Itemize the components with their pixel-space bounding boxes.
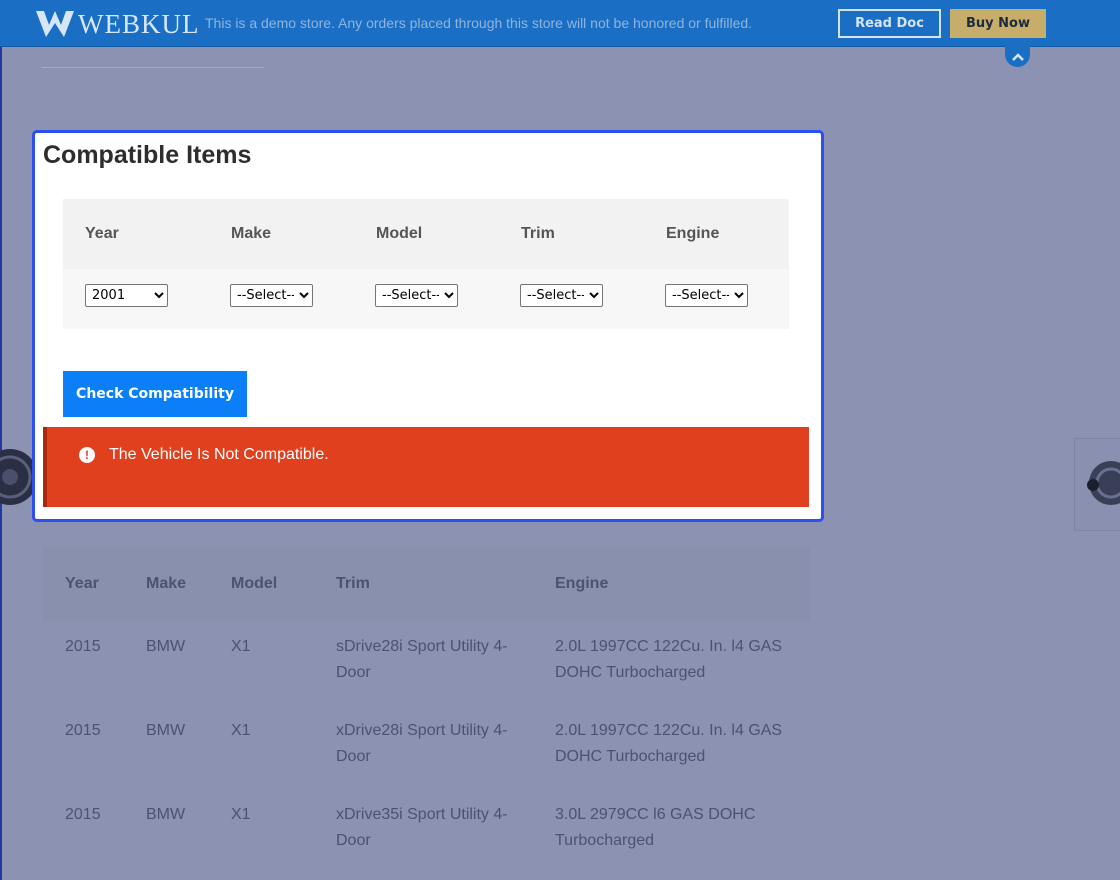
webkul-logo-icon [36,11,74,37]
chevron-up-icon [1011,52,1024,61]
cell-model: X1 [231,806,251,823]
model-label: Model [376,225,423,242]
check-compatibility-button[interactable]: Check Compatibility [63,371,247,417]
cell-engine: 2.0L 1997CC 122Cu. In. l4 GAS DOHC Turbo… [555,638,783,681]
header-model: Model [231,575,278,592]
exclamation-circle-icon: ! [79,447,95,463]
table-row: 2015 BMW X1 sDrive28i Sport Utility 4-Do… [42,634,810,694]
modal-title: Compatible Items [43,141,252,169]
trim-select[interactable]: --Select-- [520,284,603,307]
cell-trim: xDrive35i Sport Utility 4-Door [336,806,508,849]
table-row: 2015 BMW X1 xDrive28i Sport Utility 4-Do… [42,718,810,778]
divider [42,67,264,68]
alert-message: The Vehicle Is Not Compatible. [109,446,329,463]
header-engine: Engine [555,575,609,592]
not-compatible-alert: ! The Vehicle Is Not Compatible. [43,427,809,507]
table-header: Year Make Model Trim Engine [42,548,810,620]
cell-model: X1 [231,722,251,739]
cell-trim: xDrive28i Sport Utility 4-Door [336,722,508,765]
table-row: 2015 BMW X1 xDrive35i Sport Utility 4-Do… [42,802,810,862]
cell-make: BMW [146,638,186,655]
engine-select[interactable]: --Select-- [665,284,748,307]
model-select[interactable]: --Select-- [375,284,458,307]
cell-engine: 3.0L 2979CC l6 GAS DOHC Turbocharged [555,806,756,849]
read-doc-button[interactable]: Read Doc [838,9,941,38]
cell-make: BMW [146,806,186,823]
cell-model: X1 [231,638,251,655]
cell-trim: sDrive28i Sport Utility 4-Door [336,638,508,681]
trim-label: Trim [521,225,555,242]
webkul-logo[interactable]: WEBKUL [36,8,200,39]
header-make: Make [146,575,187,592]
engine-label: Engine [666,225,720,242]
make-label: Make [231,225,272,242]
demo-notice: This is a demo store. Any orders placed … [205,15,753,31]
compatibility-table: Year Make Model Trim Engine 2015 BMW X1 … [42,548,810,849]
cell-make: BMW [146,722,186,739]
cell-engine: 2.0L 1997CC 122Cu. In. l4 GAS DOHC Turbo… [555,722,783,765]
vehicle-filter: Year Make Model Trim Engine 2001 --Selec… [63,199,789,329]
carousel-next-image[interactable] [1074,438,1120,531]
header-trim: Trim [336,575,370,592]
header-year: Year [65,575,99,592]
brand-name: WEBKUL [78,8,200,39]
collapse-banner-button[interactable] [1005,46,1030,67]
demo-store-banner: WEBKUL This is a demo store. Any orders … [0,0,1120,47]
auto-part-thumbnail [1087,461,1120,505]
year-select[interactable]: 2001 [85,284,168,307]
compatible-items-modal: Compatible Items Year Make Model Trim En… [32,130,824,522]
buy-now-button[interactable]: Buy Now [950,9,1046,38]
cell-year: 2015 [65,638,101,655]
cell-year: 2015 [65,806,101,823]
cell-year: 2015 [65,722,101,739]
year-label: Year [85,225,119,242]
make-select[interactable]: --Select-- [230,284,313,307]
